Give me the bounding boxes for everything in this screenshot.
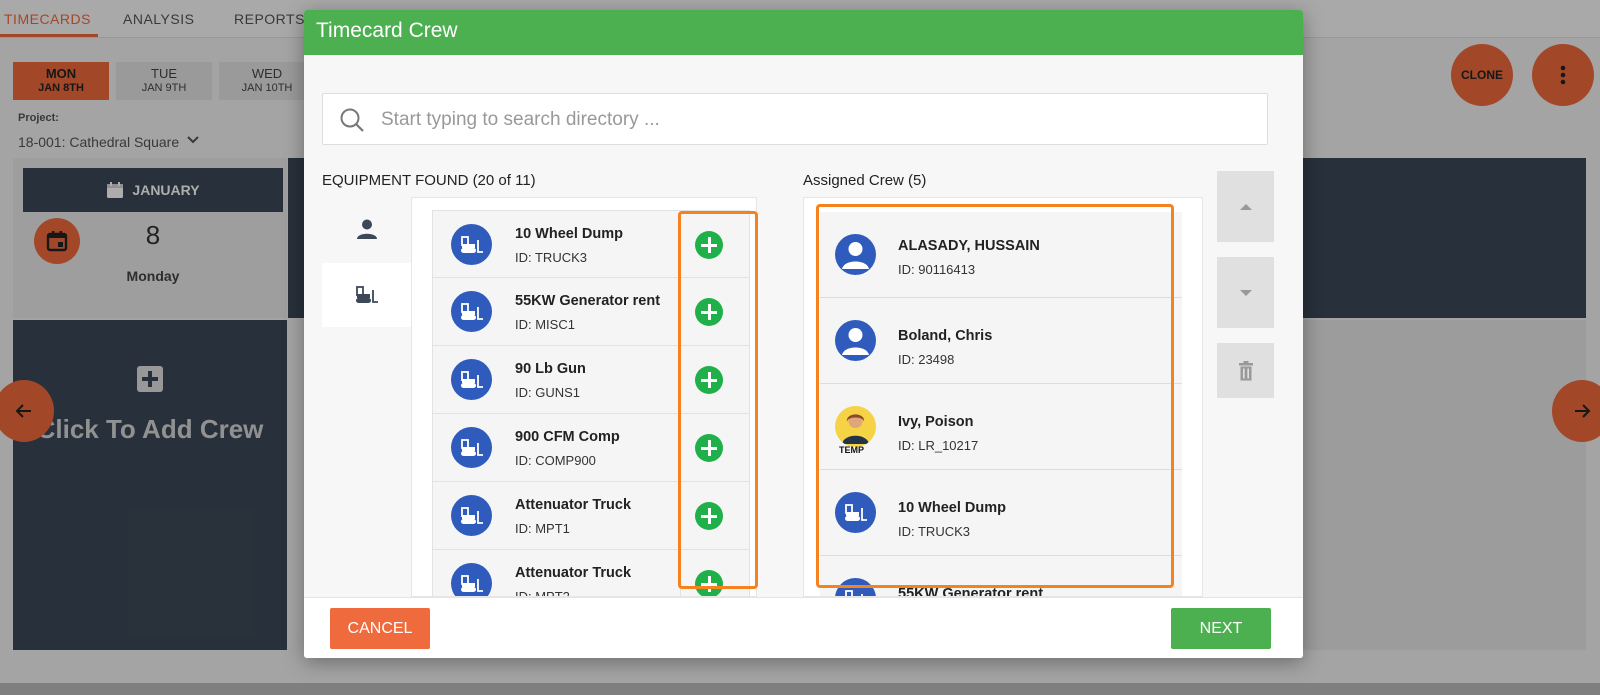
equipment-list-panel: 10 Wheel Dump ID: TRUCK3 55KW Generator re… [411, 197, 757, 597]
person-avatar [835, 234, 876, 275]
equipment-name: 55KW Generator rent [515, 293, 661, 309]
equipment-avatar [451, 224, 492, 265]
equipment-row: 900 CFM Comp ID: COMP900 [432, 414, 750, 482]
row-divider [680, 346, 681, 413]
next-button[interactable]: NEXT [1171, 608, 1271, 649]
move-up-button[interactable] [1217, 171, 1274, 242]
row-divider [680, 482, 681, 549]
equipment-avatar [451, 427, 492, 468]
crew-name: 10 Wheel Dump [898, 500, 1006, 516]
bulldozer-icon [460, 506, 483, 524]
equipment-row: 90 Lb Gun ID: GUNS1 [432, 346, 750, 414]
cancel-button[interactable]: CANCEL [330, 608, 430, 649]
add-circle-icon[interactable] [695, 502, 723, 530]
equipment-name: Attenuator Truck [515, 497, 632, 513]
crew-row[interactable]: TEMP Ivy, Poison ID: LR_10217 [820, 384, 1182, 470]
search-box [322, 93, 1268, 145]
search-input[interactable] [381, 106, 1241, 134]
equipment-row: 10 Wheel Dump ID: TRUCK3 [432, 210, 750, 278]
bulldozer-icon [460, 235, 483, 253]
caret-up-icon [1239, 203, 1252, 210]
equipment-row: 55KW Generator rent ID: MISC1 [432, 278, 750, 346]
crew-name: 55KW Generator rent [898, 586, 1044, 597]
bulldozer-icon [844, 589, 863, 596]
equipment-row: Attenuator Truck ID: MPT1 [432, 482, 750, 550]
person-avatar [835, 320, 876, 361]
equipment-avatar [835, 492, 876, 533]
assigned-crew-list: ALASADY, HUSSAIN ID: 90116413 Boland, Chri… [820, 212, 1182, 597]
add-circle-icon[interactable] [695, 434, 723, 462]
person-icon [842, 328, 869, 355]
crew-row[interactable]: ALASADY, HUSSAIN ID: 90116413 [820, 212, 1182, 298]
equipment-name: Attenuator Truck [515, 565, 632, 581]
row-divider [680, 278, 681, 345]
dialog-footer: CANCEL NEXT [304, 597, 1303, 658]
equipment-id: ID: TRUCK3 [515, 250, 587, 265]
crew-name: Boland, Chris [898, 328, 993, 344]
temp-badge: TEMP [839, 445, 865, 455]
equipment-avatar [451, 359, 492, 400]
equipment-id: ID: COMP900 [515, 453, 596, 468]
resource-type-tabs [322, 197, 412, 597]
add-circle-icon[interactable] [695, 298, 723, 326]
move-down-button[interactable] [1217, 257, 1274, 328]
crew-name: Ivy, Poison [898, 414, 974, 430]
equipment-avatar [451, 495, 492, 536]
search-icon [340, 108, 364, 132]
crew-id: ID: LR_10217 [898, 438, 979, 453]
assigned-crew-panel: ALASADY, HUSSAIN ID: 90116413 Boland, Chri… [803, 197, 1203, 597]
temp-worker-icon [842, 414, 869, 444]
equipment-id: ID: MISC1 [515, 317, 575, 332]
dialog-title: Timecard Crew [304, 10, 1303, 55]
equipment-id: ID: MPT1 [515, 521, 570, 536]
add-circle-icon[interactable] [695, 366, 723, 394]
row-divider [680, 414, 681, 481]
equipment-name: 90 Lb Gun [515, 361, 586, 377]
crew-name: ALASADY, HUSSAIN [898, 238, 1040, 254]
bulldozer-icon [460, 302, 483, 320]
crew-row[interactable]: 55KW Generator rentID: MISC1 [820, 556, 1182, 597]
assigned-crew-heading: Assigned Crew (5) [803, 172, 927, 189]
person-icon [842, 242, 869, 269]
row-divider [680, 550, 681, 596]
bulldozer-icon [460, 438, 483, 456]
crew-id: ID: 90116413 [898, 262, 976, 277]
timecard-crew-dialog: Timecard Crew EQUIPMENT FOUND (20 of 11)… [304, 10, 1303, 658]
equipment-avatar [451, 291, 492, 332]
bulldozer-icon [460, 574, 483, 592]
caret-down-icon [1239, 289, 1252, 296]
equipment-row: Attenuator Truck ID: MPT2 [432, 550, 750, 597]
bulldozer-icon [460, 370, 483, 388]
remove-button[interactable] [1217, 343, 1274, 398]
person-icon [357, 219, 377, 239]
equipment-name: 10 Wheel Dump [515, 226, 623, 242]
trash-icon [1238, 360, 1253, 380]
row-divider [680, 211, 681, 278]
equipment-found-heading: EQUIPMENT FOUND (20 of 11) [322, 172, 536, 189]
add-circle-icon[interactable] [695, 570, 723, 596]
crew-row[interactable]: Boland, Chris ID: 23498 [820, 298, 1182, 384]
tab-people[interactable] [322, 197, 412, 261]
bulldozer-icon [356, 286, 378, 303]
equipment-list: 10 Wheel Dump ID: TRUCK3 55KW Generator re… [432, 210, 750, 597]
equipment-avatar [451, 563, 492, 596]
equipment-name: 900 CFM Comp [515, 429, 620, 445]
equipment-id: ID: GUNS1 [515, 385, 581, 400]
bulldozer-icon [844, 503, 867, 521]
temp-avatar [835, 406, 876, 447]
crew-id: ID: TRUCK3 [898, 524, 970, 539]
equipment-avatar [835, 578, 876, 596]
crew-id: ID: 23498 [898, 352, 955, 367]
tab-equipment[interactable] [322, 263, 412, 327]
crew-row[interactable]: 10 Wheel Dump ID: TRUCK3 [820, 470, 1182, 556]
add-circle-icon[interactable] [695, 231, 723, 259]
equipment-id: ID: MPT2 [515, 589, 570, 597]
